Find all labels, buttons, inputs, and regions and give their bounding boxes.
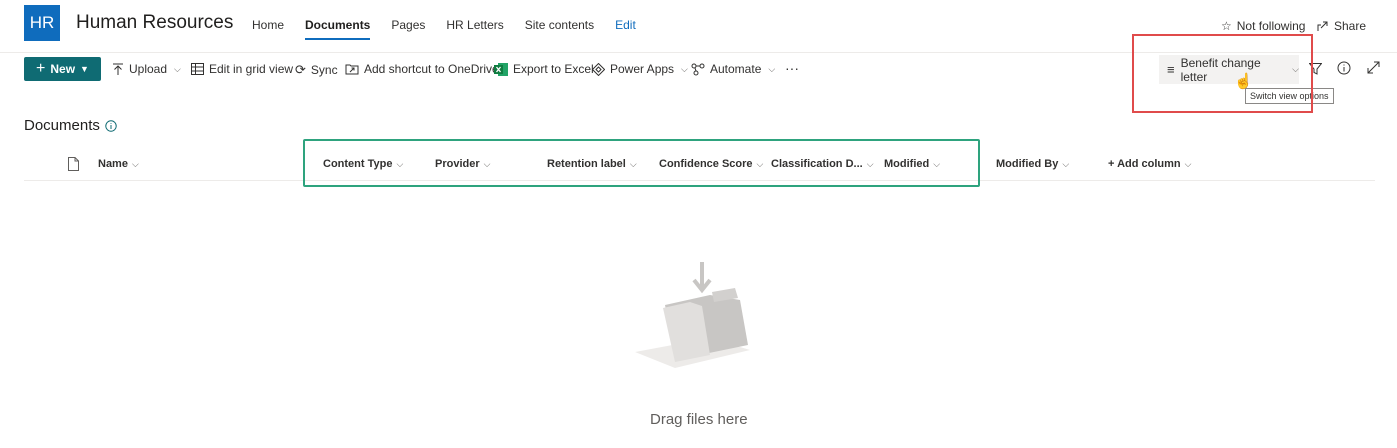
chevron-down-icon: ⌵ xyxy=(174,63,181,74)
upload-button[interactable]: Upload ⌵ xyxy=(112,62,181,76)
file-type-header[interactable] xyxy=(68,157,79,176)
add-column-label: + Add column xyxy=(1108,158,1181,170)
excel-icon xyxy=(494,62,508,76)
add-column-button[interactable]: + Add column ⌵ xyxy=(1108,158,1191,170)
star-icon: ☆ xyxy=(1221,19,1232,33)
chevron-down-icon: ⌵ xyxy=(768,63,776,74)
column-label: Modified By xyxy=(996,158,1059,170)
share-icon xyxy=(1317,21,1328,31)
chevron-down-icon: ⌵ xyxy=(1184,158,1192,169)
share-label: Share xyxy=(1334,19,1367,33)
site-nav: Home Documents Pages HR Letters Site con… xyxy=(252,18,657,40)
library-title: Documents xyxy=(24,117,117,134)
expand-icon xyxy=(1367,61,1380,74)
column-header-modified-by[interactable]: Modified By ⌵ xyxy=(996,158,1069,170)
info-button[interactable] xyxy=(1337,61,1351,80)
new-label: New xyxy=(50,62,76,76)
new-button[interactable]: + New ▼ xyxy=(24,57,101,81)
automate-button[interactable]: Automate ⌵ xyxy=(691,62,775,76)
grid-icon xyxy=(191,63,204,75)
chevron-down-icon: ⌵ xyxy=(131,158,139,169)
info-icon xyxy=(1337,61,1351,75)
chevron-down-icon: ⌵ xyxy=(681,63,688,74)
shortcut-icon xyxy=(345,64,359,75)
expand-button[interactable] xyxy=(1367,61,1380,79)
site-logo[interactable]: HR xyxy=(24,5,60,41)
more-icon: ··· xyxy=(785,60,799,76)
upload-icon xyxy=(113,63,123,75)
follow-button[interactable]: ☆ Not following xyxy=(1221,19,1305,33)
chevron-down-icon: ▼ xyxy=(80,64,89,74)
info-icon[interactable] xyxy=(105,119,117,132)
shortcut-label: Add shortcut to OneDrive xyxy=(364,62,499,76)
automate-label: Automate xyxy=(710,62,762,76)
more-options-button[interactable]: ··· xyxy=(785,60,799,76)
nav-hr-letters[interactable]: HR Letters xyxy=(446,18,503,38)
sync-icon: ⟳ xyxy=(295,62,306,77)
nav-documents[interactable]: Documents xyxy=(305,18,371,40)
edit-grid-button[interactable]: Edit in grid view xyxy=(191,62,293,76)
nav-site-contents[interactable]: Site contents xyxy=(525,18,594,38)
site-title[interactable]: Human Resources xyxy=(76,12,233,34)
empty-state-text: Drag files here xyxy=(650,411,748,428)
nav-edit[interactable]: Edit xyxy=(615,18,636,38)
add-shortcut-button[interactable]: Add shortcut to OneDrive xyxy=(345,62,499,76)
nav-home[interactable]: Home xyxy=(252,18,284,38)
column-header-name[interactable]: Name ⌵ xyxy=(98,158,139,170)
power-apps-label: Power Apps xyxy=(610,62,675,76)
sync-button[interactable]: ⟳ Sync xyxy=(295,62,338,78)
upload-label: Upload xyxy=(129,62,168,76)
highlight-columns xyxy=(303,139,980,187)
document-icon xyxy=(68,157,79,171)
column-label: Name xyxy=(98,158,128,170)
nav-pages[interactable]: Pages xyxy=(391,18,425,38)
export-excel-label: Export to Excel xyxy=(513,62,594,76)
edit-grid-label: Edit in grid view xyxy=(209,62,294,76)
export-excel-button[interactable]: Export to Excel xyxy=(494,62,594,76)
highlight-view-selector xyxy=(1132,34,1313,113)
power-apps-button[interactable]: Power Apps ⌵ xyxy=(592,62,688,76)
share-button[interactable]: Share xyxy=(1317,19,1366,33)
power-apps-icon xyxy=(592,62,605,76)
sync-label: Sync xyxy=(310,63,338,77)
empty-folder-illustration xyxy=(630,260,760,380)
library-title-text: Documents xyxy=(24,117,100,134)
follow-label: Not following xyxy=(1236,19,1306,33)
plus-icon: + xyxy=(36,60,46,77)
automate-icon xyxy=(691,63,705,75)
chevron-down-icon: ⌵ xyxy=(1062,158,1070,169)
